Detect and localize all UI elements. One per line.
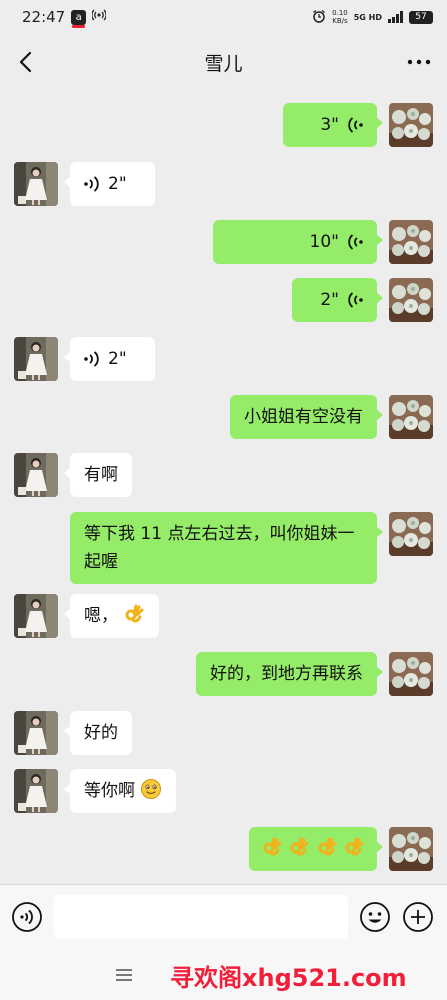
ok-hand-emoji [261,836,283,858]
battery-icon: 57 [409,10,433,24]
chat-header: 雪儿 [0,34,447,90]
chevron-left-icon[interactable] [12,48,40,76]
menu-icon[interactable] [113,965,135,985]
voice-wave-icon [347,291,363,309]
network-speed: 0.10 KB/s [332,9,348,25]
voice-message-bubble[interactable]: 3" [283,103,383,147]
smile-emoji [140,778,162,800]
ok-hand-emoji [343,836,365,858]
message-text: 好的，到地方再联系 [210,664,363,684]
my-avatar[interactable] [389,278,433,322]
contact-avatar[interactable] [14,162,58,206]
voice-duration: 2" [108,349,127,369]
signal-icon [388,11,403,23]
voice-duration: 2" [108,174,127,194]
ok-hand-emoji [123,603,145,625]
status-right: 0.10 KB/s 5G HD 57 [312,9,433,26]
text-message-bubble[interactable]: 嗯， [63,594,160,638]
system-nav-bar: 寻欢阁xhg521.com [0,950,447,1000]
voice-wave-icon [347,233,363,251]
text-message-bubble[interactable]: 等下我 11 点左右过去，叫你姐妹一起喔 [70,512,383,584]
contact-avatar[interactable] [14,711,58,755]
voice-message-bubble[interactable]: 2" [64,337,155,381]
my-avatar[interactable] [389,220,433,264]
message-text: 好的 [84,723,118,743]
my-avatar[interactable] [389,512,433,556]
message-input[interactable] [54,895,348,939]
message-text: 有啊 [84,465,118,485]
network-speed-value: 0.10 [332,9,348,17]
input-bar [0,884,447,950]
voice-icon[interactable] [11,901,43,933]
contact-avatar[interactable] [14,769,58,813]
status-left: 22:47 a [22,8,107,28]
alarm-icon [312,9,326,26]
voice-wave-icon [84,175,100,193]
voice-duration: 10" [309,232,339,252]
message-text: 等下我 11 点左右过去，叫你姐妹一起喔 [84,524,355,572]
ok-hand-emoji [288,836,310,858]
text-message-bubble[interactable]: 小姐姐有空没有 [230,395,383,439]
watermark: 寻欢阁xhg521.com [170,964,407,992]
contact-avatar[interactable] [14,594,58,638]
network-speed-unit: KB/s [332,17,348,25]
status-time: 22:47 [22,8,66,26]
voice-duration: 2" [320,290,339,310]
ok-hand-emoji [316,836,338,858]
my-avatar[interactable] [389,103,433,147]
emoji-message-bubble[interactable] [248,827,384,871]
text-message-bubble[interactable]: 等你啊 [63,769,177,813]
more-dots-icon[interactable] [405,48,433,76]
voice-wave-icon [84,350,100,368]
app-notification-icon: a [71,9,87,28]
text-message-bubble[interactable]: 有啊 [64,453,132,497]
contact-avatar[interactable] [14,453,58,497]
emoji-icon[interactable] [359,901,391,933]
contact-avatar[interactable] [14,337,58,381]
network-type: 5G HD [353,12,382,22]
voice-message-bubble[interactable]: 10" [213,220,383,264]
plus-icon[interactable] [402,901,434,933]
chat-title: 雪儿 [204,52,243,75]
hotspot-icon [91,8,107,26]
message-text: 小姐姐有空没有 [244,407,363,427]
voice-wave-icon [347,116,363,134]
message-text: 嗯， [84,606,118,626]
message-text: 等你啊 [84,781,135,801]
voice-duration: 3" [320,115,339,135]
text-message-bubble[interactable]: 好的，到地方再联系 [196,652,383,696]
my-avatar[interactable] [389,395,433,439]
voice-message-bubble[interactable]: 2" [292,278,383,322]
text-message-bubble[interactable]: 好的 [64,711,132,755]
voice-message-bubble[interactable]: 2" [64,162,155,206]
status-bar: 22:47 a 0.10 KB/s 5G HD 57 [0,0,447,34]
my-avatar[interactable] [389,827,433,871]
my-avatar[interactable] [389,652,433,696]
